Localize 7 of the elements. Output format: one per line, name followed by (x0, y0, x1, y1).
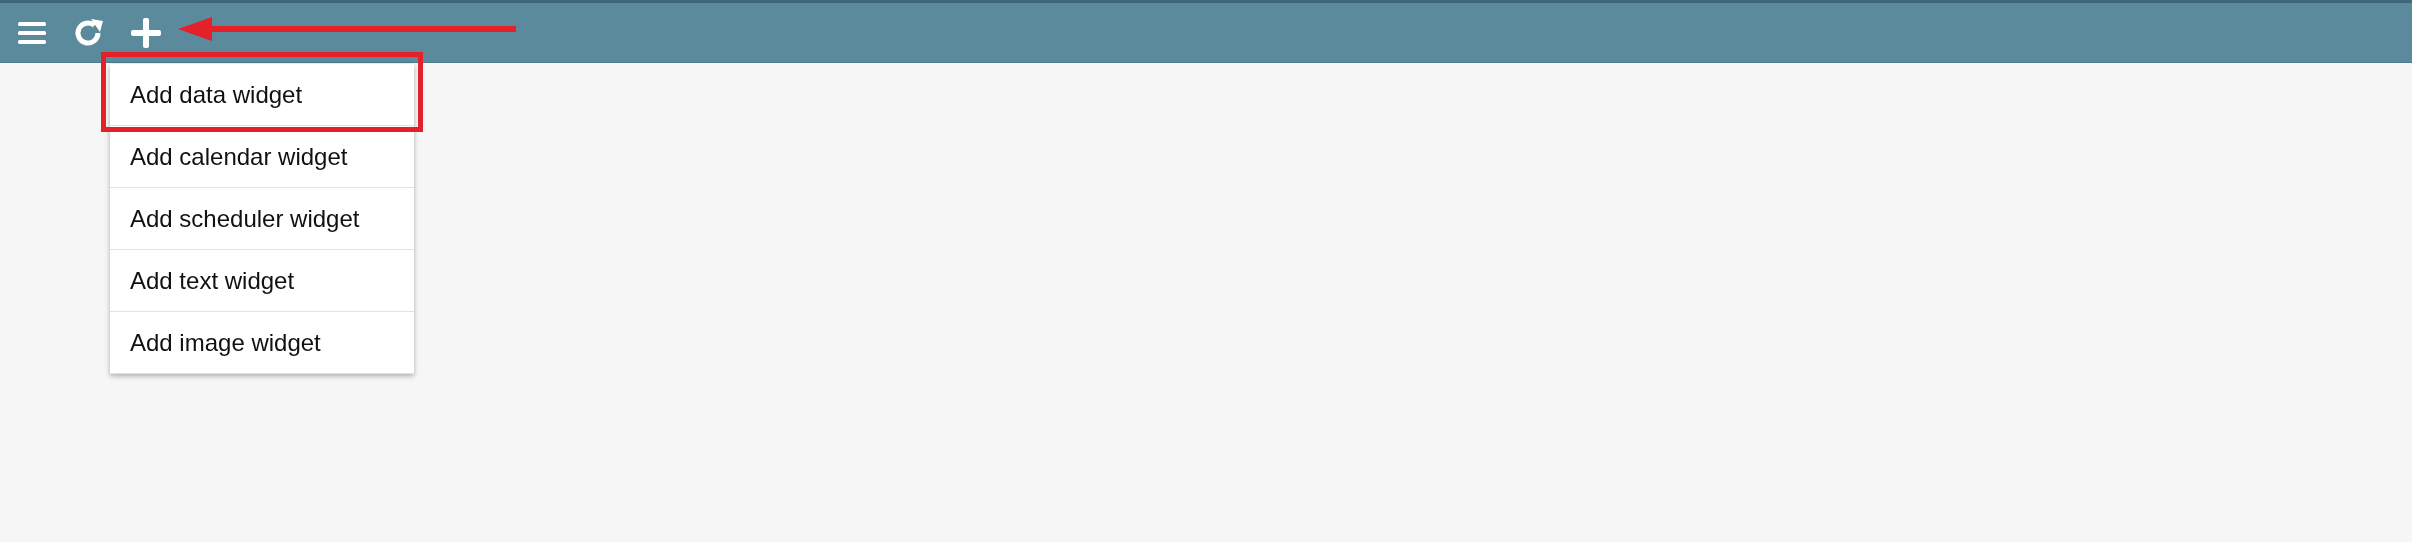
menu-item[interactable]: Add calendar widget (110, 126, 414, 188)
add-icon[interactable] (130, 16, 162, 49)
menu-item[interactable]: Add scheduler widget (110, 188, 414, 250)
menu-icon[interactable] (18, 20, 46, 45)
menu-item[interactable]: Add data widget (110, 64, 414, 126)
menu-item[interactable]: Add image widget (110, 312, 414, 374)
menu-item[interactable]: Add text widget (110, 250, 414, 312)
